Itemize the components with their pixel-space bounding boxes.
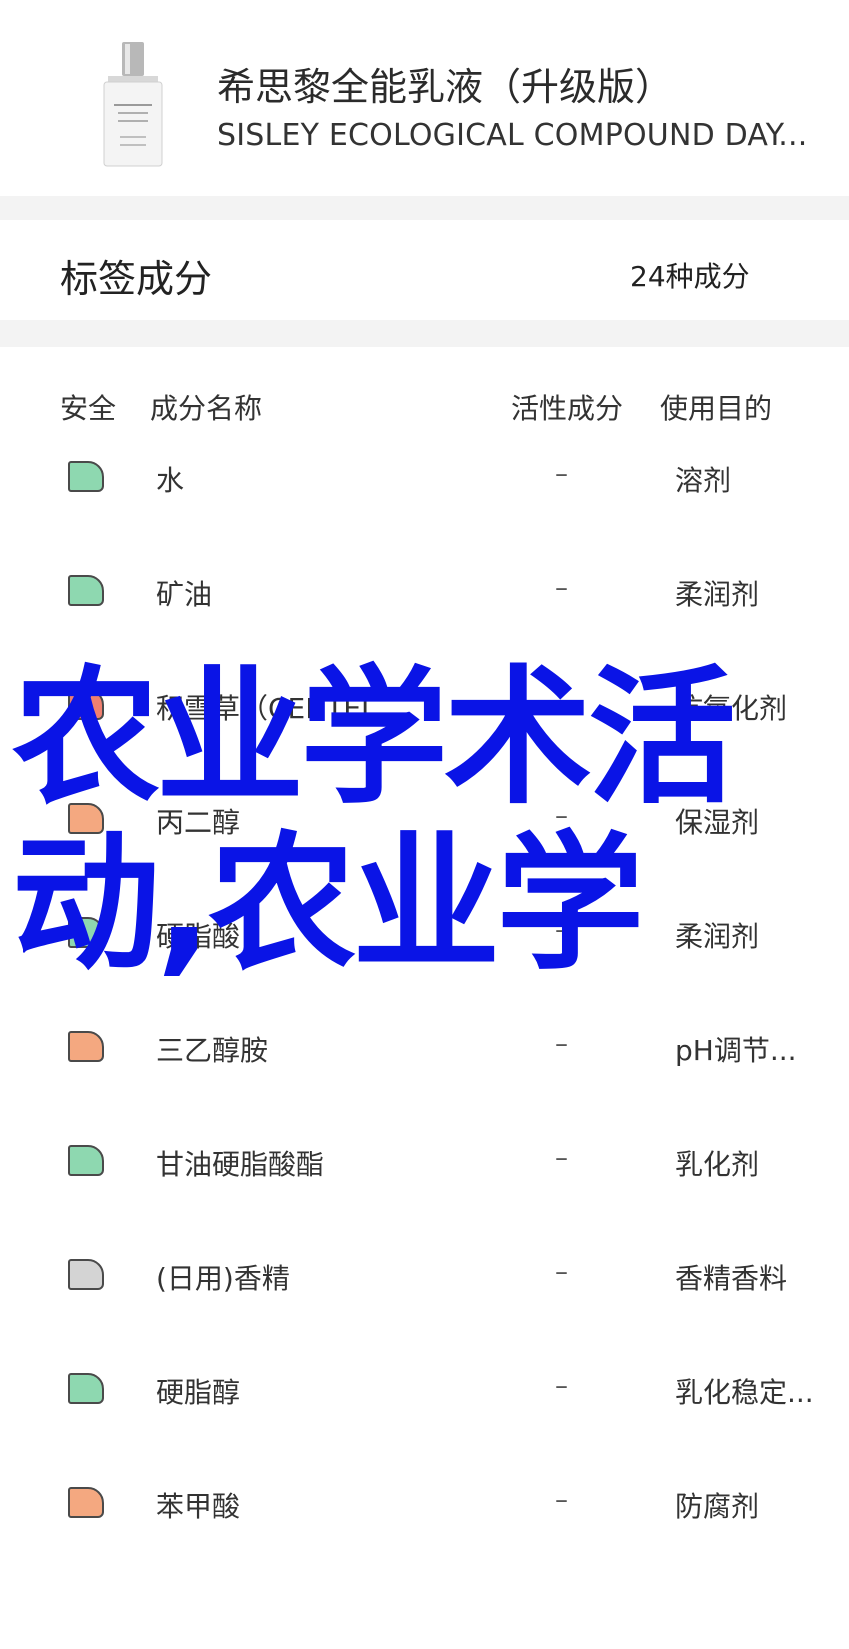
safety-badge-icon: [68, 689, 104, 720]
product-name-en: SISLEY ECOLOGICAL COMPOUND DAY...: [217, 118, 808, 153]
active-value: –: [555, 459, 568, 489]
use-purpose: pH调节...: [675, 1034, 797, 1067]
ingredient-page: 希思黎全能乳液（升级版） SISLEY ECOLOGICAL COMPOUND …: [0, 0, 849, 1649]
safety-badge-icon: [68, 461, 104, 492]
ingredient-name: 硬脂酸: [156, 920, 241, 953]
table-row[interactable]: 矿油 – 柔润剂: [0, 535, 849, 655]
use-purpose: 柔润剂: [675, 920, 760, 953]
use-purpose: 香精香料: [675, 1262, 788, 1295]
active-value: –: [555, 573, 568, 603]
use-purpose: 保湿剂: [675, 806, 760, 839]
ingredient-name: 三乙醇胺: [156, 1034, 269, 1067]
use-purpose: 柔润剂: [675, 578, 760, 611]
table-row[interactable]: 硬脂醇 – 乳化稳定...: [0, 1333, 849, 1453]
active-value: –: [555, 801, 568, 831]
safety-badge-icon: [68, 803, 104, 834]
table-row[interactable]: 丙二醇 – 保湿剂: [0, 763, 849, 883]
ingredient-name: 丙二醇: [156, 806, 241, 839]
table-row[interactable]: 硬脂酸 – 柔润剂: [0, 877, 849, 997]
active-value: –: [555, 1257, 568, 1287]
use-purpose: 溶剂: [675, 464, 732, 497]
use-purpose: 乳化稳定...: [675, 1376, 814, 1409]
active-value: –: [555, 1143, 568, 1173]
ingredient-name: 苯甲酸: [156, 1490, 241, 1523]
table-row[interactable]: 苯甲酸 – 防腐剂: [0, 1447, 849, 1567]
table-row[interactable]: 水 – 溶剂: [0, 421, 849, 541]
safety-badge-icon: [68, 917, 104, 948]
use-purpose: 抗氧化剂: [675, 692, 788, 725]
product-header[interactable]: 希思黎全能乳液（升级版） SISLEY ECOLOGICAL COMPOUND …: [0, 0, 849, 196]
product-name-cn: 希思黎全能乳液（升级版）: [217, 65, 674, 109]
table-row[interactable]: (日用)香精 – 香精香料: [0, 1219, 849, 1339]
use-purpose: 乳化剂: [675, 1148, 760, 1181]
table-row[interactable]: 三乙醇胺 – pH调节...: [0, 991, 849, 1111]
safety-badge-icon: [68, 1145, 104, 1176]
safety-badge-icon: [68, 1031, 104, 1062]
use-purpose: 防腐剂: [675, 1490, 760, 1523]
ingredient-name: 硬脂醇: [156, 1376, 241, 1409]
tag-section-title: 标签成分: [60, 257, 213, 301]
safety-badge-icon: [68, 575, 104, 606]
ingredient-name: 水: [156, 464, 185, 497]
active-value: –: [555, 1485, 568, 1515]
safety-badge-icon: [68, 1487, 104, 1518]
safety-badge-icon: [68, 1259, 104, 1290]
safety-badge-icon: [68, 1373, 104, 1404]
active-value: –: [555, 1371, 568, 1401]
section-divider: [0, 320, 849, 347]
ingredient-name: (日用)香精: [156, 1262, 290, 1295]
active-value: –: [555, 915, 568, 945]
product-bottle-icon: [103, 42, 163, 167]
section-divider: [0, 196, 849, 220]
active-value: –: [555, 1029, 568, 1059]
tag-section-header[interactable]: 标签成分 24种成分: [0, 220, 849, 320]
ingredient-count: 24种成分: [630, 260, 750, 293]
table-row[interactable]: 积雪草（CENTEL... – 抗氧化剂: [0, 649, 849, 769]
table-row[interactable]: 甘油硬脂酸酯 – 乳化剂: [0, 1105, 849, 1225]
ingredient-name: 矿油: [156, 578, 213, 611]
ingredient-name: 甘油硬脂酸酯: [156, 1148, 325, 1181]
ingredient-name: 积雪草（CENTEL...: [156, 692, 404, 725]
active-value: –: [555, 687, 568, 717]
